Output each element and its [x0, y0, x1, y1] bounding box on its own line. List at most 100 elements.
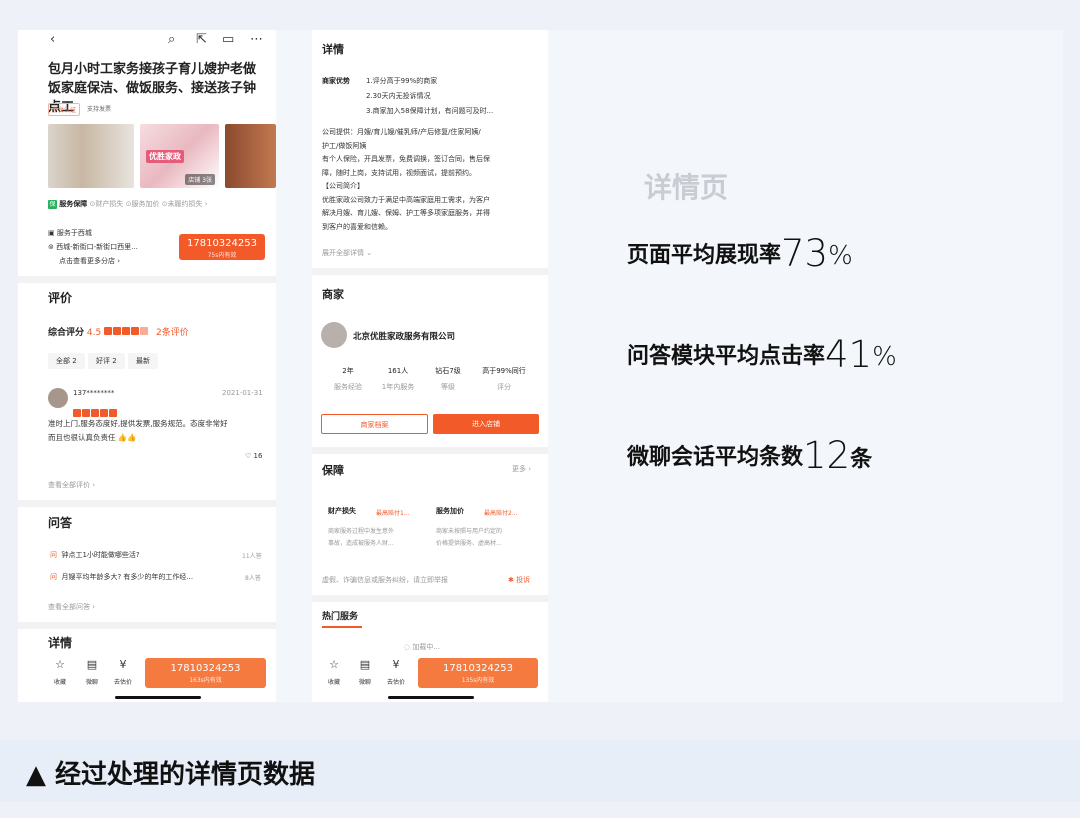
- favorite-label: 收藏: [327, 679, 340, 686]
- divider: [18, 276, 276, 283]
- rating-value: 4.5: [86, 328, 102, 338]
- guarantee-section-title: 保障: [322, 464, 344, 477]
- qa-item[interactable]: 问 钟点工1小时能做哪些活?: [50, 550, 140, 560]
- bottom-call-button[interactable]: 17810324253 163s内有效: [145, 658, 266, 688]
- service-photo-3[interactable]: [225, 124, 276, 188]
- loading-indicator: ◌ 加载中...: [404, 643, 441, 651]
- branch-link[interactable]: 点击查看更多分店 ›: [59, 256, 120, 266]
- thumbs-up-icon: ♡: [245, 452, 252, 460]
- spinner-icon: ◌: [404, 643, 411, 651]
- filter-latest[interactable]: 最新: [128, 353, 158, 369]
- service-area: ▣ 服务于西城: [48, 229, 92, 237]
- all-reviews-link[interactable]: 查看全部评价 ›: [48, 480, 95, 490]
- chat-icon[interactable]: ▤: [353, 658, 377, 671]
- divider: [18, 622, 276, 629]
- guarantee-item: 服务加价: [131, 200, 160, 208]
- review-text: 而且也很认真负责任 👍👍: [48, 433, 137, 442]
- guarantee-card-badge: 最高赔付1...: [376, 510, 410, 517]
- stat-value: 41: [825, 333, 873, 376]
- favorite-label: 收藏: [53, 679, 66, 686]
- estimate-label: 去估价: [386, 679, 405, 686]
- star-icon[interactable]: ☆: [48, 658, 72, 671]
- caption-bar: ▲ 经过处理的详情页数据: [0, 740, 1080, 802]
- estimate-icon[interactable]: ¥: [384, 658, 408, 671]
- call-button[interactable]: 17810324253 75s内有效: [179, 234, 265, 260]
- estimate-label: 去估价: [113, 679, 132, 686]
- star-icon[interactable]: ☆: [322, 658, 346, 671]
- guarantee-shield-icon: 保: [48, 200, 57, 209]
- back-icon[interactable]: ‹: [50, 32, 55, 47]
- service-photo-1[interactable]: [48, 124, 134, 188]
- message-icon[interactable]: ▭: [222, 32, 234, 47]
- guarantee-label: 服务保障: [59, 200, 88, 208]
- all-qa-link[interactable]: 查看全部问答 ›: [48, 602, 95, 612]
- detail-section-title: 详情: [48, 636, 73, 650]
- report-button[interactable]: ✱ 投诉: [508, 575, 530, 585]
- enter-store-button[interactable]: 进入店铺: [433, 414, 539, 434]
- stat-label: 页面平均展现率: [627, 243, 782, 268]
- expand-details-link[interactable]: 展开全部详情 ⌄: [322, 248, 372, 258]
- review-count[interactable]: 2条评价: [156, 328, 189, 338]
- company-description: 公司提供：月嫂/育儿嫂/催乳师/产后修复/住家阿姨/ 护工/做饭阿姨 有个人保险…: [322, 128, 490, 231]
- location-pin-icon: ⊚: [48, 243, 54, 251]
- address[interactable]: ⊚ 西城-新街口-新街口西里...: [48, 242, 138, 252]
- merchant-stat: 高于99%同行 评分: [482, 367, 526, 391]
- estimate-icon[interactable]: ¥: [111, 658, 135, 671]
- photo-overlay-text: 优胜家政: [146, 150, 184, 163]
- detail-page-bottom-phone: 详情 商家优势 1.评分高于99%的商家 2.30天内无投诉情况 3.商家加入5…: [312, 30, 548, 702]
- hot-services-tab[interactable]: 热门服务: [322, 609, 358, 622]
- stat-unit: 条: [850, 447, 873, 472]
- guarantee-row[interactable]: 保 服务保障 ⊙财产损失 ⊙服务加价 ⊙未履约损失 ›: [48, 199, 208, 209]
- review-date: 2021-01-31: [222, 389, 263, 397]
- guarantee-item: 未履约损失: [167, 200, 203, 208]
- stat-value: 73: [781, 232, 829, 275]
- stat-label: 问答模块平均点击率: [627, 344, 826, 369]
- guarantee-card-desc: 事故，造成被服务人财...: [328, 540, 394, 547]
- advantage-item: 1.评分高于99%的商家: [366, 77, 438, 85]
- rating-stars: [104, 327, 149, 338]
- detail-section-title: 详情: [322, 43, 344, 56]
- chat-label: 微聊: [85, 679, 98, 686]
- search-icon[interactable]: ⌕: [168, 32, 175, 47]
- more-icon[interactable]: ⋯: [250, 32, 263, 47]
- store-icon: ▣: [48, 229, 55, 237]
- chat-label: 微聊: [358, 679, 371, 686]
- guarantee-card-title: 服务加价: [436, 507, 464, 515]
- service-photo-2[interactable]: 优胜家政 店铺 3张: [140, 124, 219, 188]
- merchant-archive-button[interactable]: 商家档案: [321, 414, 428, 434]
- review-section-title: 评价: [48, 291, 73, 305]
- guarantee-card-title: 财产损失: [328, 507, 356, 515]
- alarm-icon: ✱: [508, 576, 514, 584]
- guarantee-card-badge: 最高赔付2...: [484, 510, 518, 517]
- stat-row: 页面平均展现率73%: [627, 232, 853, 275]
- invoice-tag: 支持发票: [87, 106, 112, 113]
- stat-value: 12: [803, 434, 851, 477]
- rating-row: 综合评分 4.5 2条评价: [48, 327, 189, 338]
- merchant-name[interactable]: 北京优胜家政服务有限公司: [353, 330, 455, 342]
- merchant-stat: 钻石7级 等级: [435, 367, 461, 391]
- advantage-item: 3.商家加入58保障计划，有问题可及时...: [366, 107, 494, 115]
- filter-positive[interactable]: 好评 2: [88, 353, 125, 369]
- divider: [312, 268, 548, 275]
- stat-row: 问答模块平均点击率41%: [627, 333, 897, 376]
- review-text: 准时上门,服务态度好,提供发票,服务规范。态度非常好: [48, 419, 228, 428]
- chat-icon[interactable]: ▤: [80, 658, 104, 671]
- more-link[interactable]: 更多 ›: [512, 464, 531, 474]
- guarantee-card-desc: 价格提供服务、虚高材...: [436, 540, 502, 547]
- qa-item[interactable]: 问 月嫂平均年龄多大? 有多少的年的工作经...: [50, 572, 193, 582]
- divider: [18, 500, 276, 507]
- merchant-stat: 161人 1年内服务: [381, 367, 415, 391]
- detail-page-top-phone: ‹ ⌕ ⇱ ▭ ⋯ 包月小时工家务接孩子育儿嫂护老做饭家庭保洁、做饭服务、接送孩…: [18, 30, 276, 702]
- bottom-call-button[interactable]: 17810324253 135s内有效: [418, 658, 538, 688]
- divider: [312, 447, 548, 454]
- like-button[interactable]: ♡ 16: [245, 452, 262, 460]
- stat-unit: %: [828, 241, 853, 271]
- merchant-section-title: 商家: [322, 288, 344, 301]
- stat-unit: %: [872, 342, 897, 372]
- home-indicator: [115, 696, 201, 699]
- filter-all[interactable]: 全部 2: [48, 353, 85, 369]
- share-icon[interactable]: ⇱: [196, 32, 207, 47]
- qa-answer-count: 8人答: [245, 575, 261, 582]
- guarantee-card-desc: 商家服务过程中发生意外: [328, 528, 395, 535]
- tab-underline: [322, 626, 362, 628]
